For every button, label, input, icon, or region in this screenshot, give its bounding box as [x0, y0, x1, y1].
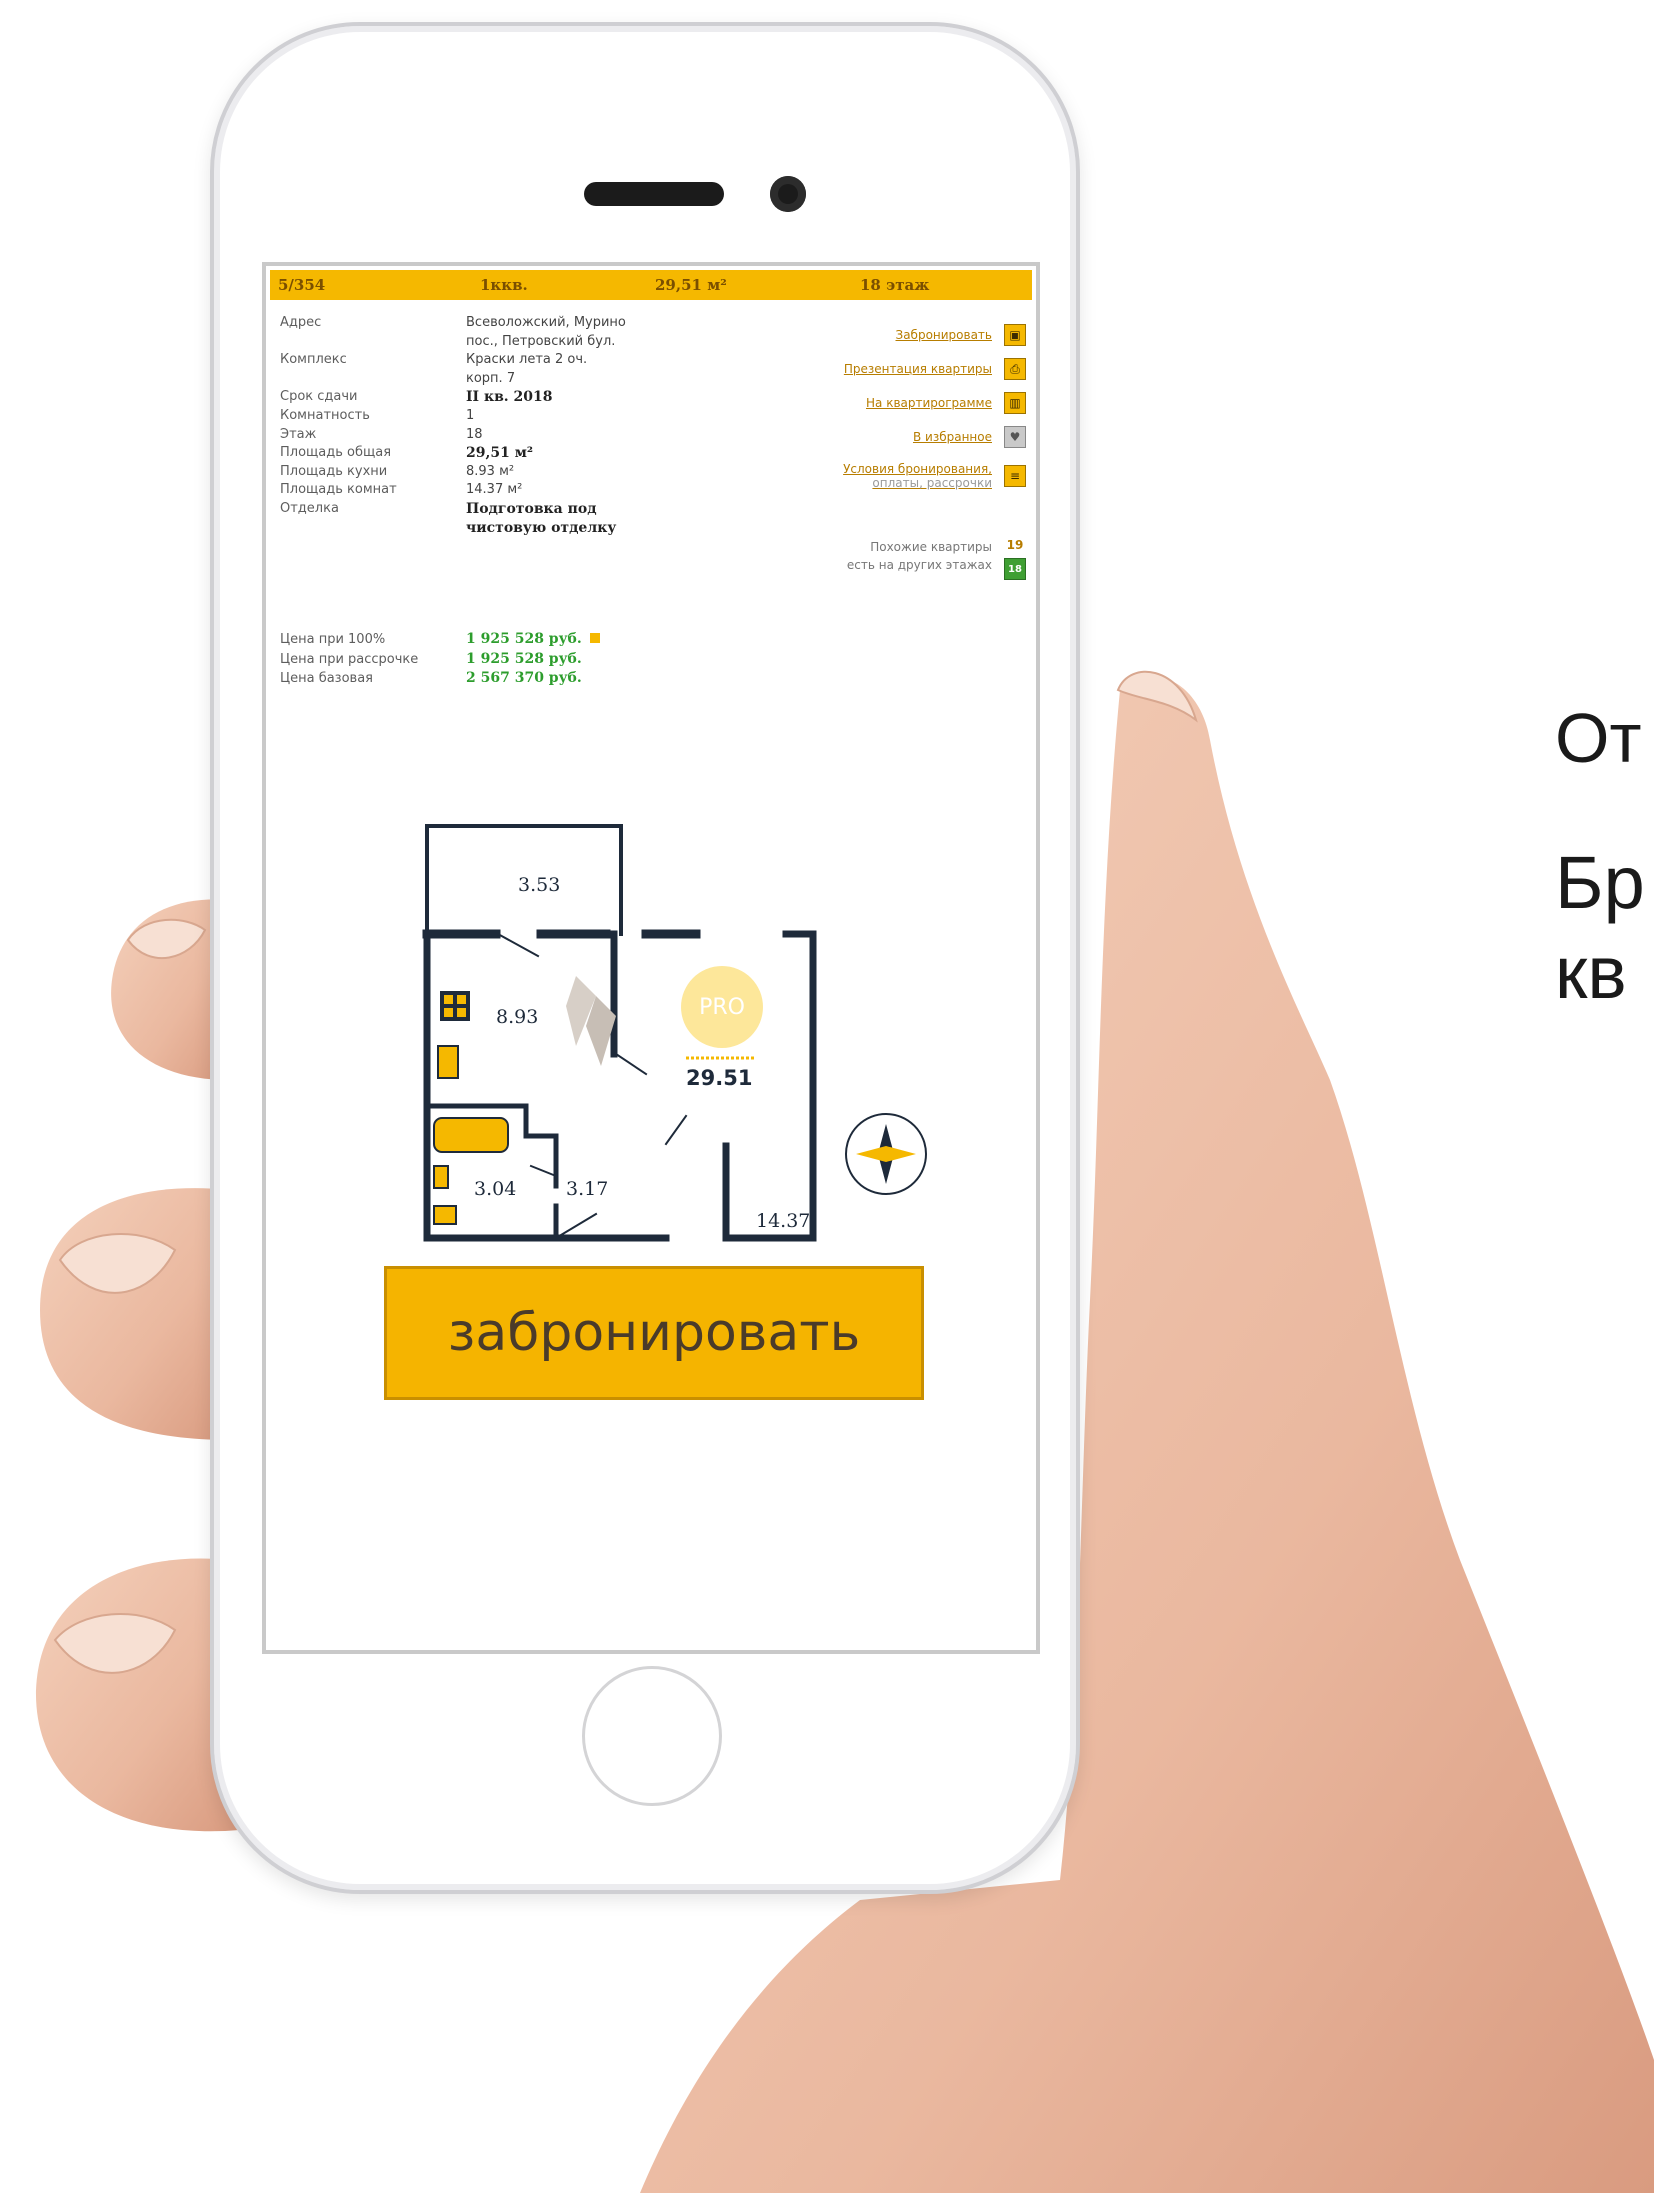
floor-plan — [422, 824, 927, 1242]
plan-bath-area: 3.04 — [474, 1178, 517, 1200]
home-button[interactable] — [582, 1666, 722, 1806]
plan-balcony-area: 3.53 — [518, 874, 561, 896]
book-button[interactable]: забронировать — [384, 1266, 924, 1400]
phone-screen: 5/354 1ккв. 29,51 м² 18 этаж Адрес Компл… — [262, 262, 1040, 1654]
plan-total-area: 29.51 — [686, 1066, 753, 1090]
plan-room-area: 14.37 — [756, 1210, 811, 1232]
plan-kitchen-area: 8.93 — [496, 1006, 539, 1028]
front-camera — [770, 176, 806, 212]
side-text-line-1: От — [1555, 699, 1642, 777]
compass-icon — [845, 1113, 927, 1195]
side-text-line-2: Бр — [1555, 841, 1645, 924]
plan-hall-area: 3.17 — [566, 1178, 609, 1200]
pro-badge: PRO — [681, 966, 763, 1048]
side-text-line-3: кв — [1555, 931, 1627, 1014]
speaker-grille — [584, 182, 724, 206]
